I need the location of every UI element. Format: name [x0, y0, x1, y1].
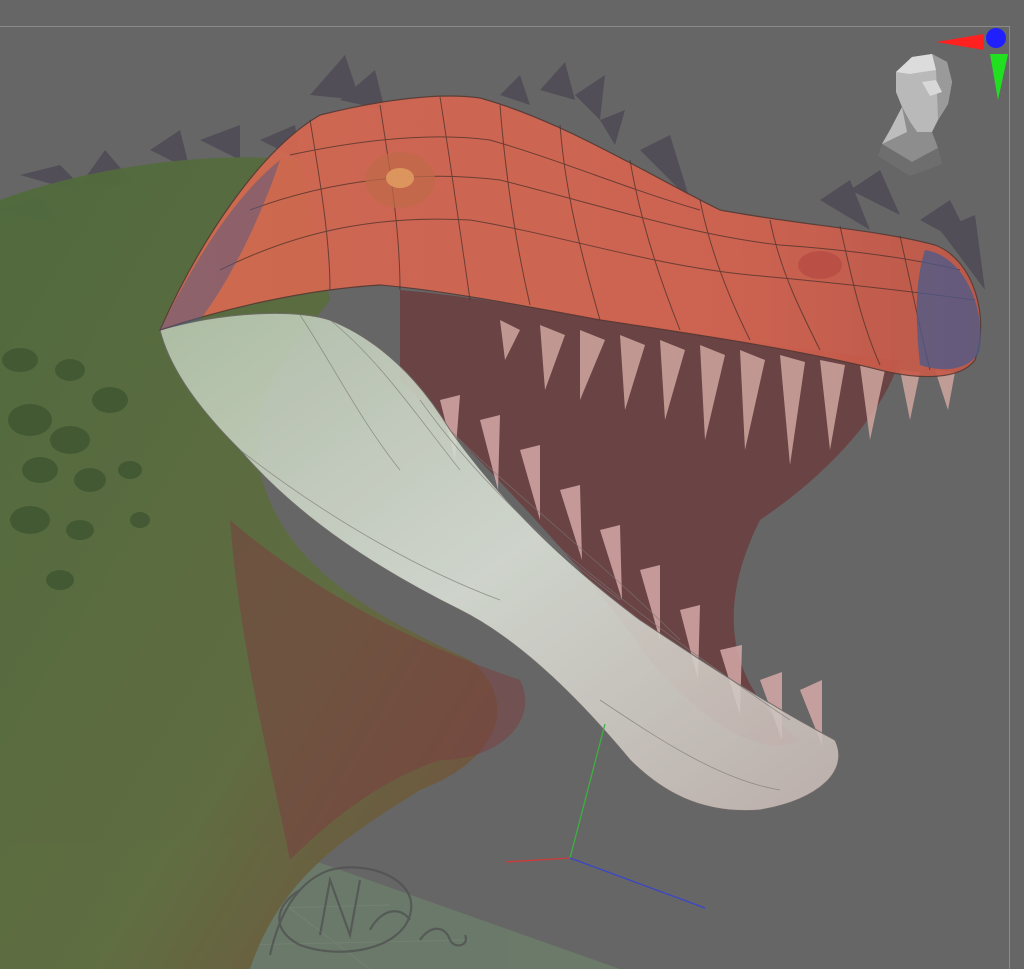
x-axis-arrow-icon[interactable] [936, 34, 984, 50]
sculpt-scene[interactable] [0, 0, 1024, 969]
head-navigation-cube-icon[interactable] [872, 52, 962, 182]
viewport-frame-top [0, 26, 1010, 27]
3d-viewport[interactable] [0, 0, 1024, 969]
y-axis-arrow-icon[interactable] [990, 54, 1008, 100]
viewport-frame-right [1009, 26, 1010, 969]
z-axis-dot-icon[interactable] [986, 28, 1006, 48]
